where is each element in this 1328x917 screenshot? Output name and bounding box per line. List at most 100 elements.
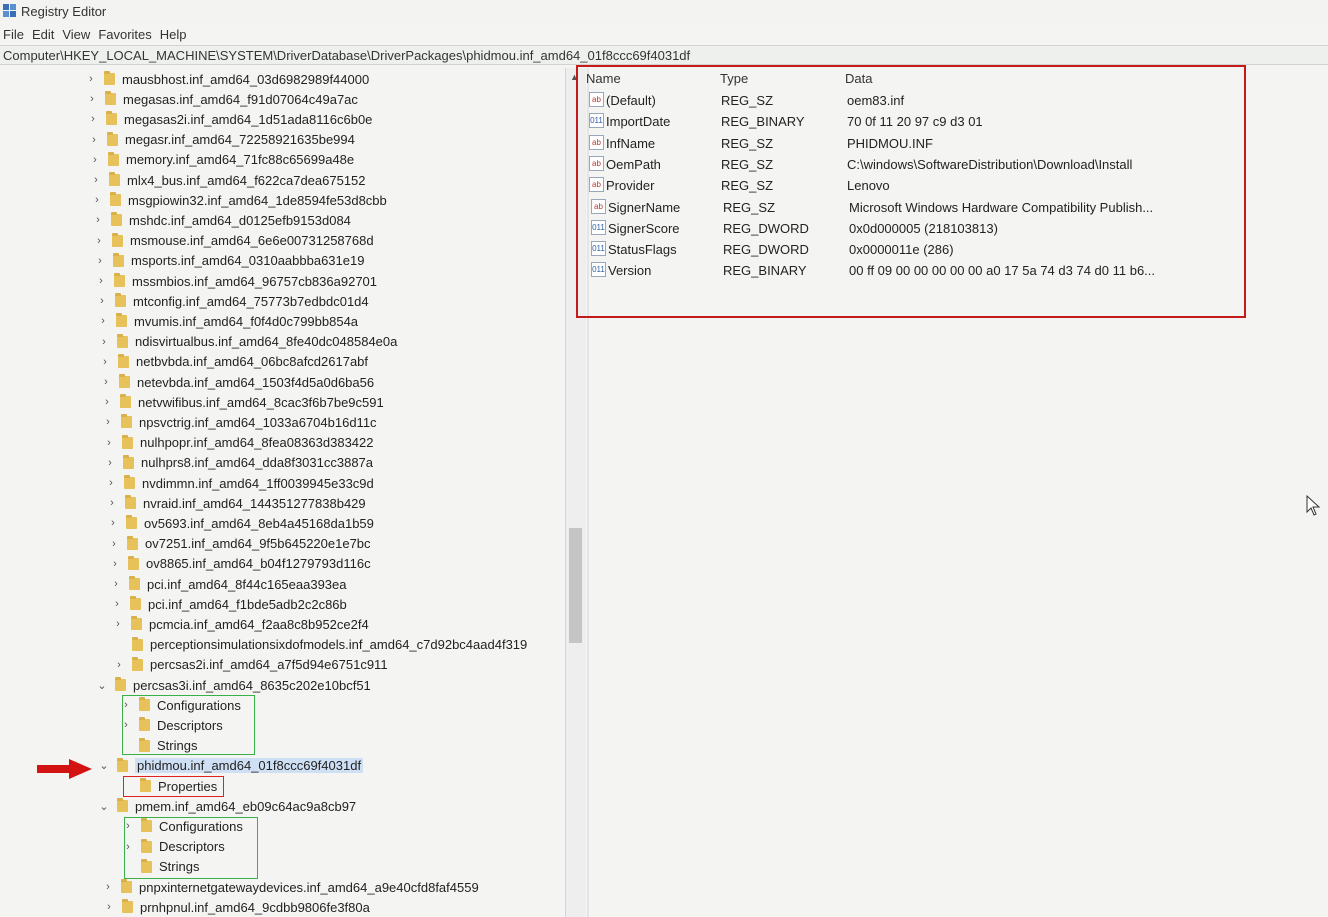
tree-node-label: pci.inf_amd64_f1bde5adb2c2c86b (148, 596, 347, 612)
tree-node-label: mausbhost.inf_amd64_03d6982989f44000 (122, 71, 370, 87)
tree-node[interactable]: › nulhpopr.inf_amd64_8fea08363d383422 (102, 433, 374, 453)
chevron-right-icon[interactable]: › (102, 901, 116, 913)
chevron-right-icon[interactable]: › (91, 214, 105, 226)
tree-node-label: memory.inf_amd64_71fc88c65699a48e (126, 152, 355, 168)
chevron-right-icon[interactable]: › (98, 356, 112, 368)
menu-file[interactable]: File (3, 27, 24, 42)
folder-icon (110, 192, 121, 207)
chevron-right-icon[interactable]: › (106, 517, 120, 529)
chevron-right-icon[interactable]: › (110, 598, 124, 610)
chevron-right-icon[interactable]: › (105, 497, 119, 509)
tree-node[interactable]: › mssmbios.inf_amd64_96757cb836a92701 (94, 271, 377, 291)
menu-edit[interactable]: Edit (32, 27, 54, 42)
chevron-right-icon[interactable]: › (93, 255, 107, 267)
red-arrow-icon (37, 759, 92, 779)
menu-help[interactable]: Help (160, 27, 187, 42)
tree-node[interactable]: ⌄ percsas3i.inf_amd64_8635c202e10bcf51 (95, 675, 371, 695)
tree-node[interactable]: › msgpiowin32.inf_amd64_1de8594fe53d8cbb (90, 190, 387, 210)
chevron-right-icon[interactable]: › (112, 659, 126, 671)
chevron-right-icon[interactable]: › (109, 578, 123, 590)
folder-icon (123, 454, 134, 469)
chevron-right-icon[interactable]: › (92, 235, 106, 247)
folder-icon (132, 636, 143, 651)
folder-icon (131, 616, 142, 631)
key-tree[interactable]: › mausbhost.inf_amd64_03d6982989f44000 › me… (0, 68, 565, 917)
tree-node[interactable]: ⌄ phidmou.inf_amd64_01f8ccc69f4031df (97, 756, 364, 776)
tree-node-label: megasas2i.inf_amd64_1d51ada8116c6b0e (124, 111, 373, 127)
chevron-right-icon[interactable]: › (88, 154, 102, 166)
chevron-right-icon[interactable]: › (102, 437, 116, 449)
chevron-right-icon[interactable]: › (111, 618, 125, 630)
tree-node[interactable]: › msports.inf_amd64_0310aabbba631e19 (93, 251, 364, 271)
tree-node[interactable]: › nvdimmn.inf_amd64_1ff0039945e33c9d (104, 473, 374, 493)
folder-icon (115, 677, 126, 691)
chevron-right-icon[interactable]: › (103, 457, 117, 469)
tree-node[interactable]: › megasas2i.inf_amd64_1d51ada8116c6b0e (86, 109, 372, 129)
chevron-right-icon[interactable]: › (97, 336, 111, 348)
mouse-cursor-icon (1306, 495, 1321, 516)
chevron-down-icon[interactable]: ⌄ (97, 800, 111, 813)
chevron-right-icon[interactable]: › (86, 113, 100, 125)
chevron-down-icon[interactable]: ⌄ (95, 679, 109, 692)
tree-node-label: netevbda.inf_amd64_1503f4d5a0d6ba56 (137, 374, 375, 390)
menu-favorites[interactable]: Favorites (98, 27, 151, 42)
tree-node[interactable]: › ndisvirtualbus.inf_amd64_8fe40dc048584e… (97, 332, 397, 352)
chevron-right-icon[interactable]: › (95, 295, 109, 307)
chevron-right-icon[interactable]: › (100, 396, 114, 408)
folder-icon (132, 656, 143, 671)
chevron-right-icon[interactable]: › (104, 477, 118, 489)
folder-icon (105, 91, 116, 106)
tree-node[interactable]: › mtconfig.inf_amd64_75773b7edbdc01d4 (95, 291, 369, 311)
tree-node[interactable]: › ov8865.inf_amd64_b04f1279793d116c (108, 554, 371, 574)
scrollbar-thumb[interactable] (569, 528, 582, 643)
tree-node[interactable]: › mlx4_bus.inf_amd64_f622ca7dea675152 (89, 170, 366, 190)
tree-node[interactable]: › prnhpnul.inf_amd64_9cdbb9806fe3f80a (102, 897, 370, 917)
tree-node[interactable]: › ov7251.inf_amd64_9f5b645220e1e7bc (107, 534, 371, 554)
chevron-right-icon[interactable]: › (96, 315, 110, 327)
tree-node[interactable]: › msmouse.inf_amd64_6e6e00731258768d (92, 231, 374, 251)
folder-icon (117, 798, 128, 813)
tree-node[interactable]: › mvumis.inf_amd64_f0f4d0c799bb854a (96, 311, 358, 331)
folder-icon (121, 879, 132, 893)
values-highlight-box (576, 65, 1246, 318)
chevron-right-icon[interactable]: › (90, 194, 104, 206)
chevron-right-icon[interactable]: › (87, 134, 101, 146)
chevron-right-icon[interactable]: › (107, 538, 121, 550)
tree-node[interactable]: › memory.inf_amd64_71fc88c65699a48e (88, 150, 354, 170)
address-bar[interactable]: Computer\HKEY_LOCAL_MACHINE\SYSTEM\Drive… (0, 45, 1328, 65)
tree-node[interactable]: › pci.inf_amd64_f1bde5adb2c2c86b (110, 594, 347, 614)
tree-node[interactable]: › pcmcia.inf_amd64_f2aa8c8b952ce2f4 (111, 614, 369, 634)
chevron-right-icon[interactable]: › (85, 93, 99, 105)
tree-node[interactable]: › npsvctrig.inf_amd64_1033a6704b16d11c (101, 412, 377, 432)
folder-icon (126, 515, 137, 530)
chevron-right-icon[interactable]: › (94, 275, 108, 287)
chevron-right-icon[interactable]: › (101, 881, 115, 893)
folder-icon (118, 353, 129, 368)
tree-node[interactable]: › percsas2i.inf_amd64_a7f5d94e6751c911 (112, 655, 388, 675)
chevron-right-icon[interactable]: › (101, 416, 115, 428)
tree-node[interactable]: › megasr.inf_amd64_72258921635be994 (87, 130, 355, 150)
tree-node[interactable]: › pci.inf_amd64_8f44c165eaa393ea (109, 574, 347, 594)
tree-node[interactable]: perceptionsimulationsixdofmodels.inf_amd… (112, 635, 527, 655)
chevron-right-icon[interactable]: › (84, 73, 98, 85)
menu-view[interactable]: View (62, 27, 90, 42)
tree-node[interactable]: › netvwifibus.inf_amd64_8cac3f6b7be9c591 (100, 392, 384, 412)
chevron-right-icon[interactable]: › (108, 558, 122, 570)
tree-node[interactable]: › pnpxinternetgatewaydevices.inf_amd64_a9… (101, 877, 479, 897)
tree-node-label: mlx4_bus.inf_amd64_f622ca7dea675152 (127, 172, 366, 188)
tree-node[interactable]: › mausbhost.inf_amd64_03d6982989f44000 (84, 69, 369, 89)
tree-node[interactable]: › nvraid.inf_amd64_144351277838b429 (105, 493, 366, 513)
chevron-right-icon[interactable]: › (89, 174, 103, 186)
properties-highlight (123, 776, 224, 797)
chevron-right-icon[interactable]: › (99, 376, 113, 388)
tree-node[interactable]: ⌄ pmem.inf_amd64_eb09c64ac9a8cb97 (97, 796, 356, 816)
tree-node[interactable]: › mshdc.inf_amd64_d0125efb9153d084 (91, 210, 351, 230)
chevron-down-icon[interactable]: ⌄ (97, 759, 111, 772)
tree-node[interactable]: › ov5693.inf_amd64_8eb4a45168da1b59 (106, 513, 374, 533)
tree-node[interactable]: › megasas.inf_amd64_f91d07064c49a7ac (85, 89, 358, 109)
tree-node[interactable]: › netbvbda.inf_amd64_06bc8afcd2617abf (98, 352, 368, 372)
tree-node[interactable]: › nulhprs8.inf_amd64_dda8f3031cc3887a (103, 453, 373, 473)
folder-icon (117, 757, 128, 772)
tree-node-label: nulhpopr.inf_amd64_8fea08363d383422 (140, 435, 374, 451)
tree-node[interactable]: › netevbda.inf_amd64_1503f4d5a0d6ba56 (99, 372, 374, 392)
